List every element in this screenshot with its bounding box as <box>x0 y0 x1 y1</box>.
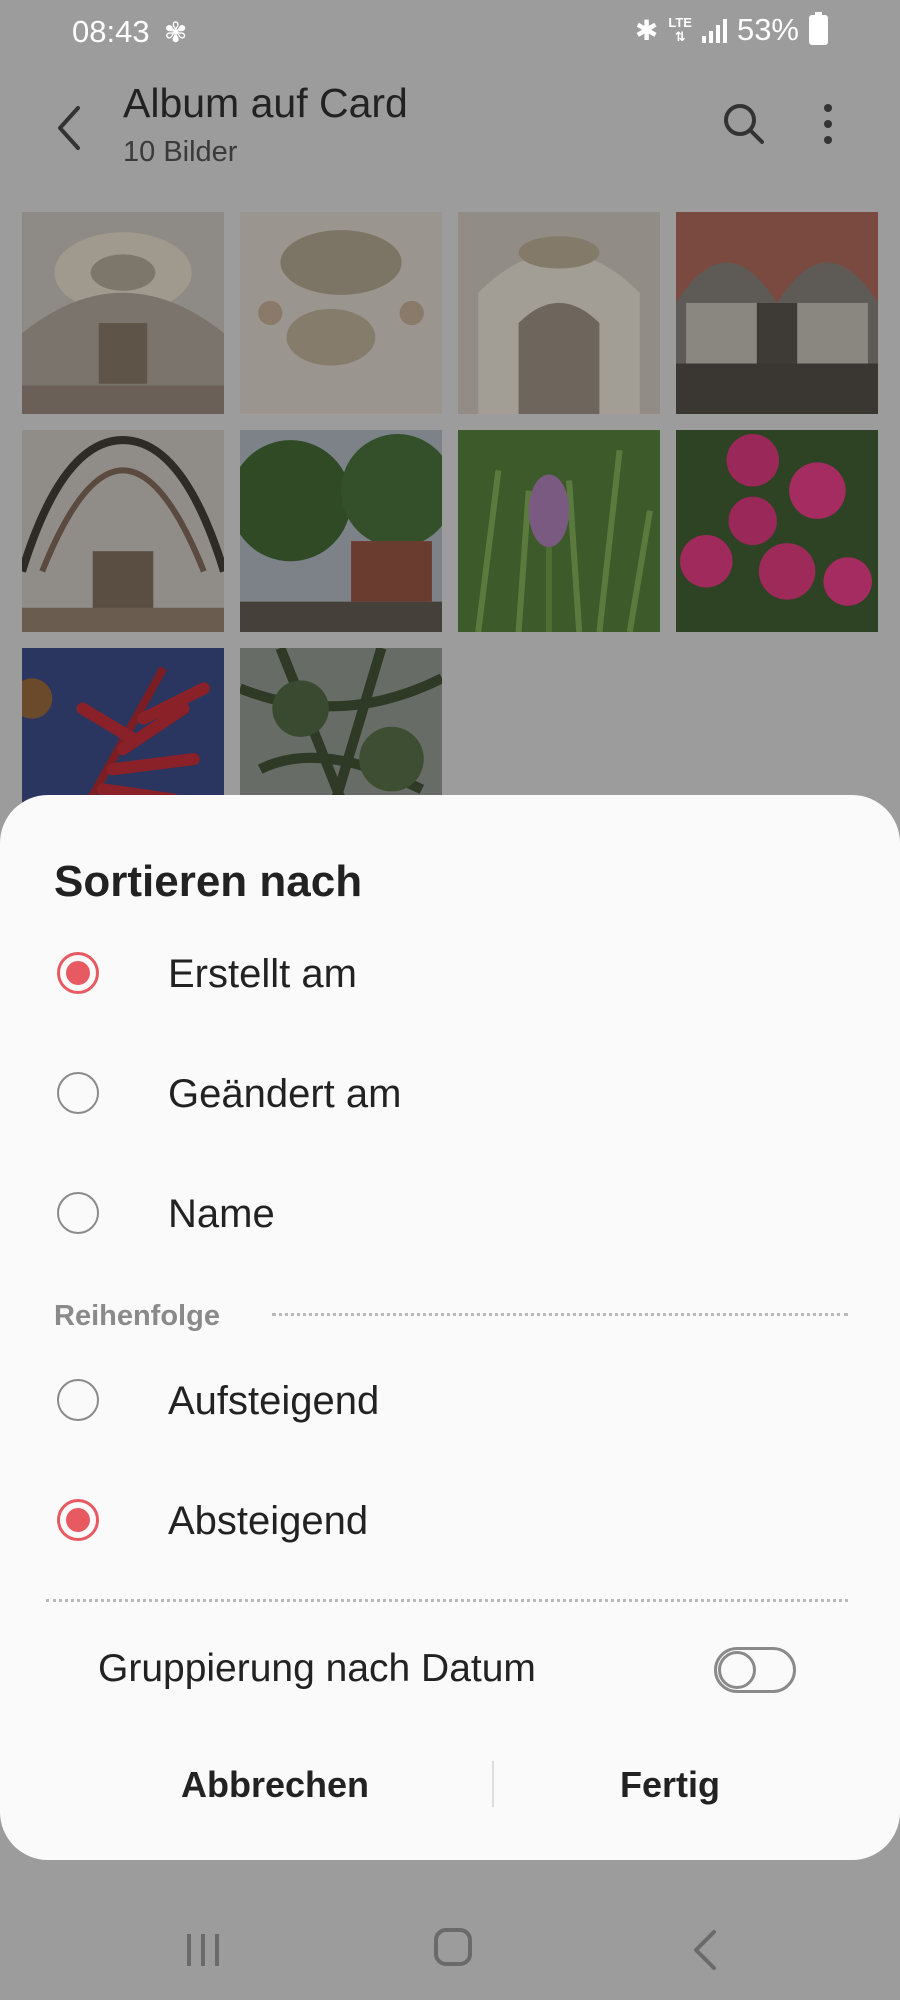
order-section-label: Reihenfolge <box>54 1300 220 1332</box>
bluetooth-icon: ✱ <box>634 14 659 46</box>
radio-button-selected[interactable] <box>57 1499 99 1541</box>
sort-option-created[interactable]: Erstellt am <box>0 925 900 1025</box>
radio-button[interactable] <box>57 1379 99 1421</box>
status-time: 08:43 <box>72 14 150 49</box>
battery-icon <box>809 12 828 45</box>
home-icon[interactable] <box>434 1928 472 1966</box>
dialog-title: Sortieren nach <box>54 857 363 906</box>
radio-button-selected[interactable] <box>57 952 99 994</box>
radio-button[interactable] <box>57 1072 99 1114</box>
photo-thumbnail[interactable] <box>458 212 660 414</box>
signal-icon <box>701 17 727 43</box>
order-option-label: Absteigend <box>168 1499 369 1543</box>
order-option-descending[interactable]: Absteigend <box>0 1472 900 1572</box>
fan-icon: ✾ <box>164 17 188 48</box>
sort-option-name[interactable]: Name <box>0 1165 900 1265</box>
sort-option-modified[interactable]: Geändert am <box>0 1045 900 1145</box>
cancel-button[interactable]: Abbrechen <box>120 1750 430 1820</box>
back-arrow-icon[interactable] <box>50 98 90 158</box>
battery-percent: 53% <box>736 12 799 47</box>
more-options-icon[interactable] <box>812 100 844 148</box>
group-by-date-toggle[interactable] <box>714 1647 796 1693</box>
photo-thumbnail[interactable] <box>22 212 224 414</box>
app-bar: Album auf Card 10 Bilder <box>0 70 900 180</box>
lte-icon: LTE ⇅ <box>668 15 692 44</box>
sort-dialog: Sortieren nach Erstellt am Geändert am N… <box>0 795 900 1860</box>
sort-option-label: Geändert am <box>168 1072 402 1116</box>
sort-option-label: Name <box>168 1192 275 1236</box>
done-button[interactable]: Fertig <box>520 1750 820 1820</box>
search-icon[interactable] <box>720 100 768 148</box>
photo-thumbnail[interactable] <box>240 430 442 632</box>
group-by-date-label: Gruppierung nach Datum <box>98 1647 536 1690</box>
order-option-ascending[interactable]: Aufsteigend <box>0 1352 900 1452</box>
button-separator <box>492 1761 494 1807</box>
photo-thumbnail[interactable] <box>22 430 224 632</box>
recent-apps-icon[interactable] <box>183 1932 223 1968</box>
photo-thumbnail[interactable] <box>676 212 878 414</box>
back-icon[interactable] <box>690 1928 720 1972</box>
radio-button[interactable] <box>57 1192 99 1234</box>
order-option-label: Aufsteigend <box>168 1379 380 1423</box>
photo-thumbnail[interactable] <box>458 430 660 632</box>
toggle-knob <box>718 1651 756 1689</box>
status-bar: 08:43 ✾ ✱ LTE ⇅ 53% <box>0 0 900 64</box>
page-title: Album auf Card <box>123 80 408 126</box>
divider <box>46 1599 848 1602</box>
sort-option-label: Erstellt am <box>168 952 357 996</box>
section-divider <box>272 1313 848 1316</box>
page-subtitle: 10 Bilder <box>123 136 238 168</box>
photo-thumbnail[interactable] <box>676 430 878 632</box>
photo-thumbnail[interactable] <box>240 212 442 414</box>
status-icons: ✱ LTE ⇅ 53% <box>635 12 828 48</box>
navigation-bar <box>0 1900 900 2000</box>
